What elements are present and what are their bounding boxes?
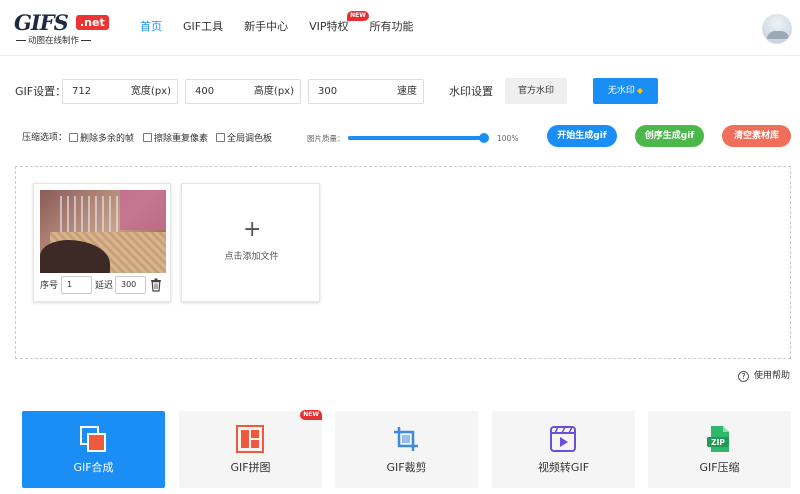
seq-input[interactable]: 1 [61, 276, 92, 294]
gif-collage-icon [236, 425, 264, 453]
quality-slider[interactable] [348, 133, 489, 143]
avatar[interactable] [762, 14, 792, 44]
checkbox[interactable] [216, 133, 225, 142]
top-header: GIFS .net 动图在线制作 首页 GIF工具 新手中心 VIP特权 NEW… [0, 0, 800, 56]
tool-gif-compress[interactable]: ZIP GIF压缩 [648, 411, 791, 488]
help-label: 使用帮助 [754, 371, 791, 381]
option-erase-pixels-label: 擦除重复像素 [154, 134, 209, 144]
clear-library-button[interactable]: 清空素材库 [722, 125, 791, 147]
height-input[interactable]: 400 高度(px) [185, 79, 301, 104]
add-file-label: 点击添加文件 [224, 252, 279, 262]
video-to-gif-icon [550, 426, 576, 452]
option-remove-frames[interactable]: 删除多余的帧 [69, 133, 134, 145]
height-value: 400 [195, 86, 215, 97]
quality-slider-handle[interactable] [479, 133, 489, 143]
plus-icon: + [243, 217, 262, 242]
no-watermark-label: 无水印 [607, 86, 635, 96]
gif-compose-icon [80, 426, 106, 452]
height-unit: 高度(px) [253, 86, 294, 97]
zip-icon: ZIP [707, 426, 729, 452]
crop-icon [394, 427, 418, 451]
watermark-label: 水印设置 [449, 85, 493, 98]
tool-video-to-gif[interactable]: 视频转GIF [492, 411, 635, 488]
checkbox[interactable] [143, 133, 152, 142]
tool-label: GIF裁剪 [386, 461, 427, 474]
compression-label: 压缩选项： [22, 133, 68, 143]
tool-gif-compose[interactable]: GIF合成 [22, 411, 165, 488]
delay-input[interactable]: 300 [115, 276, 146, 294]
quality-value: 100% [497, 134, 519, 143]
new-badge: NEW [347, 11, 369, 21]
logo-tagline: 动图在线制作 [14, 34, 93, 46]
option-remove-frames-label: 删除多余的帧 [80, 134, 135, 144]
quality-slider-fill [348, 136, 484, 140]
seq-label: 序号 [40, 281, 59, 291]
no-watermark-button[interactable]: 无水印 ◆ [593, 78, 658, 104]
width-unit: 宽度(px) [130, 86, 171, 97]
tool-label: GIF压缩 [699, 461, 740, 474]
diamond-icon: ◆ [636, 86, 644, 95]
checkbox[interactable] [69, 133, 78, 142]
nav-item-home[interactable]: 首页 [140, 18, 162, 36]
tool-label: GIF合成 [73, 461, 114, 474]
tool-gif-collage[interactable]: GIF拼图 NEW [179, 410, 322, 488]
new-badge: NEW [300, 410, 322, 420]
official-watermark-button[interactable]: 官方水印 [505, 78, 567, 104]
speed-input[interactable]: 300 速度 [308, 79, 424, 104]
gif-settings-label: GIF设置： [15, 85, 67, 98]
question-icon: ? [738, 371, 749, 382]
nav-item-all-features[interactable]: 所有功能 [370, 18, 414, 36]
width-input[interactable]: 712 宽度(px) [62, 79, 178, 104]
tool-label: 视频转GIF [537, 461, 590, 474]
speed-value: 300 [318, 86, 338, 97]
add-file-card[interactable]: + 点击添加文件 [181, 183, 320, 302]
main-nav: 首页 GIF工具 新手中心 VIP特权 NEW 所有功能 [140, 11, 435, 36]
nav-item-gif-tools[interactable]: GIF工具 [183, 18, 223, 36]
help-link[interactable]: ? 使用帮助 [738, 370, 790, 382]
trash-icon[interactable] [150, 278, 162, 292]
option-global-palette-label: 全局调色板 [227, 134, 273, 144]
logo-badge: .net [76, 15, 109, 30]
frame-thumbnail [40, 190, 166, 273]
nav-item-vip[interactable]: VIP特权 NEW [309, 11, 369, 36]
nav-item-vip-label: VIP特权 [309, 20, 349, 33]
tool-label: GIF拼图 [230, 461, 271, 474]
start-generate-button[interactable]: 开始生成gif [547, 125, 617, 147]
option-erase-pixels[interactable]: 擦除重复像素 [143, 133, 208, 145]
tool-gif-crop[interactable]: GIF裁剪 [335, 411, 478, 488]
create-generate-button[interactable]: 创序生成gif [635, 125, 704, 147]
svg-text:ZIP: ZIP [711, 438, 725, 447]
width-value: 712 [72, 86, 92, 97]
option-global-palette[interactable]: 全局调色板 [216, 133, 272, 145]
nav-item-beginner[interactable]: 新手中心 [244, 18, 288, 36]
speed-unit: 速度 [397, 86, 417, 97]
delay-label: 延迟 [95, 281, 114, 291]
logo-text: GIFS [14, 10, 69, 35]
site-logo[interactable]: GIFS .net 动图在线制作 [14, 10, 114, 46]
quality-label: 图片质量： [307, 134, 345, 143]
